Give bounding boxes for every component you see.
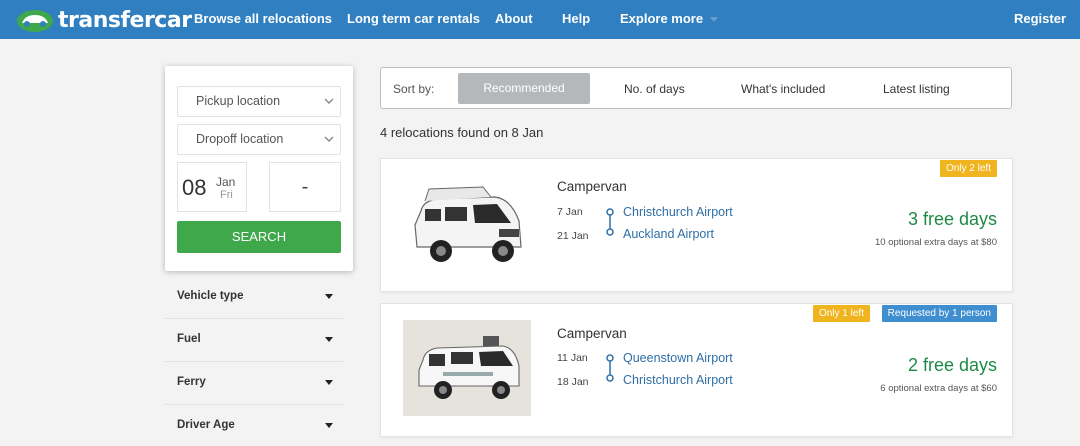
relocation-card[interactable]: Campervan 11 Jan 18 Jan Queenstown Airpo…: [380, 303, 1013, 437]
dropoff-date: 18 Jan: [557, 376, 589, 388]
start-date-picker[interactable]: 08 Jan Fri: [177, 162, 247, 212]
nav-browse-relocations[interactable]: Browse all relocations: [194, 11, 332, 26]
extra-days-info: 6 optional extra days at $60: [880, 383, 997, 394]
caret-down-icon: [325, 380, 333, 385]
filter-label: Vehicle type: [177, 290, 244, 302]
car-logo-icon: [17, 10, 53, 32]
logo-text: transfercar: [58, 7, 192, 33]
availability-badge: Only 1 left: [812, 305, 870, 322]
end-date-value: -: [301, 176, 309, 198]
dropoff-location-placeholder: Dropoff location: [196, 132, 284, 146]
availability-badge: Only 2 left: [939, 160, 997, 177]
end-date-picker[interactable]: -: [269, 162, 341, 212]
filter-ferry[interactable]: Ferry: [165, 362, 343, 405]
nav-explore-more[interactable]: Explore more: [620, 11, 719, 26]
vehicle-type: Campervan: [557, 179, 627, 194]
route-line-icon: [606, 208, 614, 236]
route-line-icon: [606, 354, 614, 382]
results-count: 4 relocations found on 8 Jan: [380, 125, 544, 140]
pickup-location-placeholder: Pickup location: [196, 94, 281, 108]
filter-fuel[interactable]: Fuel: [165, 319, 343, 362]
pickup-location-link[interactable]: Christchurch Airport: [623, 205, 733, 219]
pickup-location-link[interactable]: Queenstown Airport: [623, 351, 733, 365]
campervan-image: [403, 177, 531, 273]
nav-explore-more-label: Explore more: [620, 11, 704, 26]
caret-down-icon: [325, 423, 333, 428]
transfercar-logo[interactable]: transfercar: [16, 6, 192, 34]
free-days: 2 free days: [907, 355, 997, 375]
sort-whats-included[interactable]: What's included: [741, 82, 825, 96]
vehicle-type: Campervan: [557, 326, 627, 341]
search-button[interactable]: SEARCH: [177, 221, 341, 253]
pickup-date: 7 Jan: [557, 206, 583, 218]
sort-recommended[interactable]: Recommended: [458, 73, 590, 104]
register-link[interactable]: Register: [1014, 11, 1066, 26]
chevron-down-icon: [324, 136, 334, 142]
chevron-down-icon: [710, 17, 719, 23]
filter-vehicle-type[interactable]: Vehicle type: [165, 276, 343, 319]
requested-badge: Requested by 1 person: [881, 305, 997, 322]
sort-bar: Sort by: Recommended No. of days What's …: [380, 67, 1012, 109]
caret-down-icon: [325, 294, 333, 299]
dropoff-location-link[interactable]: Auckland Airport: [623, 227, 714, 241]
top-navigation-bar: transfercar Browse all relocations Long …: [0, 0, 1080, 39]
date-weekday: Fri: [220, 189, 233, 201]
caret-down-icon: [325, 337, 333, 342]
chevron-down-icon: [324, 98, 334, 104]
pickup-location-select[interactable]: Pickup location: [177, 86, 341, 117]
pickup-date: 11 Jan: [557, 352, 588, 364]
filter-label: Driver Age: [177, 419, 235, 431]
sort-no-of-days[interactable]: No. of days: [624, 82, 685, 96]
extra-days-info: 10 optional extra days at $80: [874, 237, 997, 248]
relocation-card[interactable]: Campervan 7 Jan 21 Jan Christchurch Airp…: [380, 158, 1013, 292]
dropoff-location-link[interactable]: Christchurch Airport: [623, 373, 733, 387]
sort-label: Sort by:: [393, 82, 435, 96]
filter-label: Ferry: [177, 376, 206, 388]
filter-driver-age[interactable]: Driver Age: [165, 405, 343, 446]
date-day: 08: [182, 175, 207, 200]
nav-about[interactable]: About: [495, 11, 533, 26]
dropoff-date: 21 Jan: [557, 230, 589, 242]
search-panel: Pickup location Dropoff location 08 Jan …: [165, 66, 353, 271]
sort-latest-listing[interactable]: Latest listing: [883, 82, 950, 96]
date-month: Jan: [216, 175, 236, 189]
nav-help[interactable]: Help: [562, 11, 590, 26]
free-days: 3 free days: [907, 209, 997, 229]
dropoff-location-select[interactable]: Dropoff location: [177, 124, 341, 155]
nav-long-term-rentals[interactable]: Long term car rentals: [347, 11, 480, 26]
campervan-image: [403, 320, 531, 416]
filter-label: Fuel: [177, 333, 201, 345]
